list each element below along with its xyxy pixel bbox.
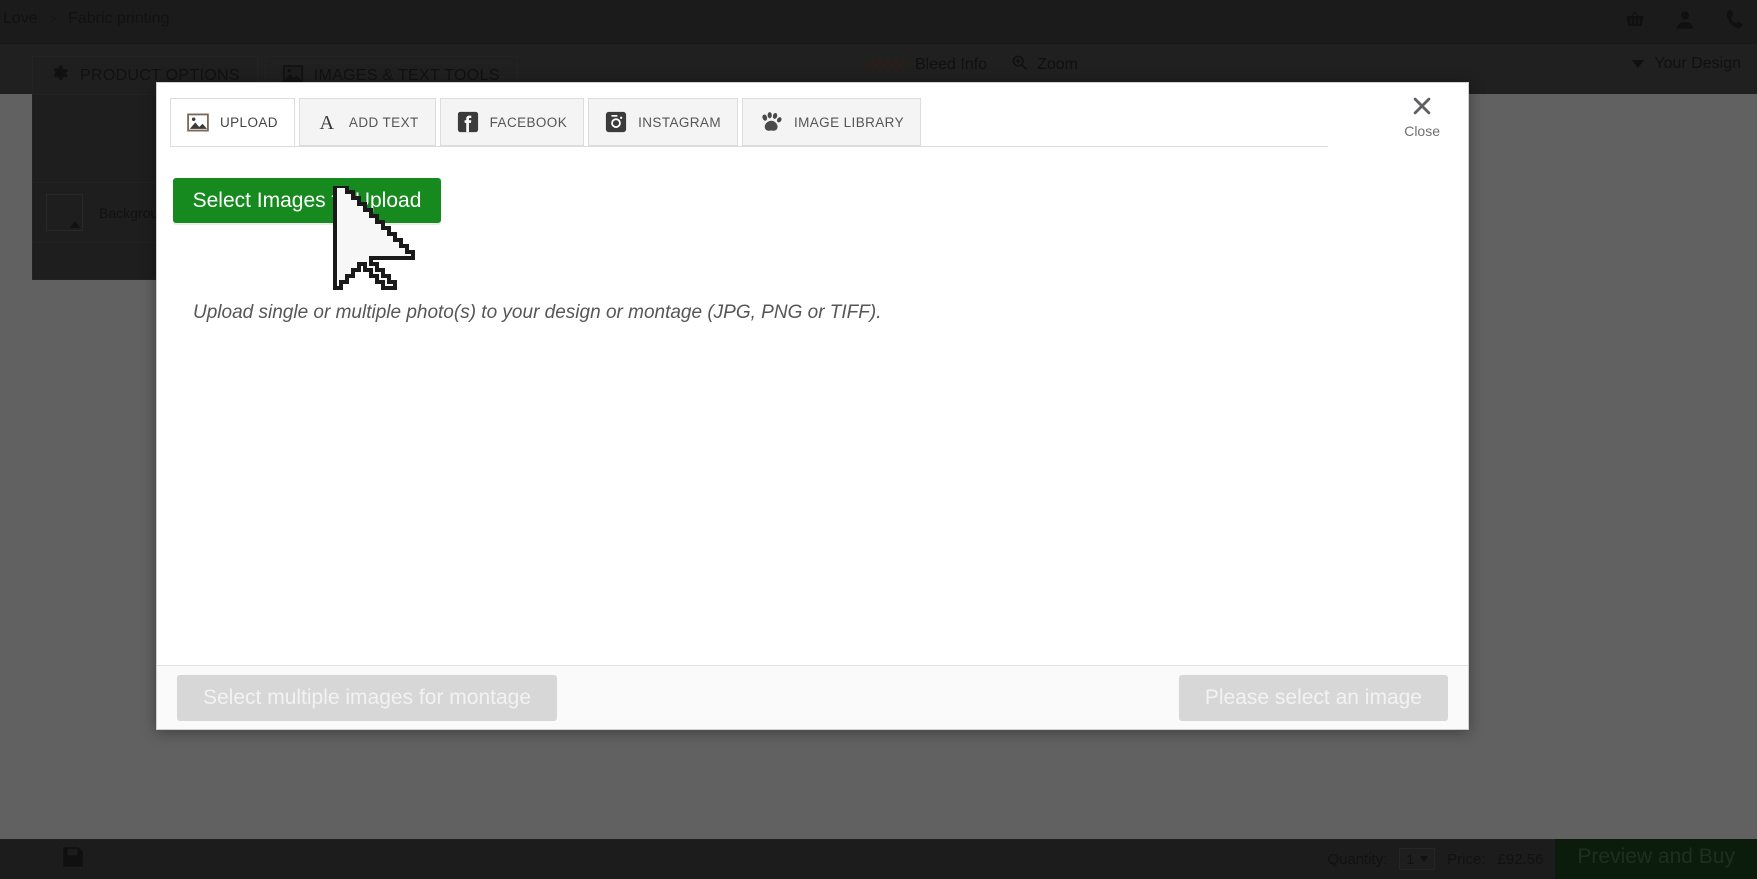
toolbar-center-controls: Bleed Info Zoom (866, 54, 1078, 76)
zoom-control[interactable]: Zoom (1011, 54, 1078, 76)
instagram-icon (605, 111, 627, 133)
svg-text:A: A (319, 112, 334, 133)
price-label: Price: (1447, 850, 1486, 868)
tab-add-text-label: ADD TEXT (348, 114, 419, 130)
quantity-stepper[interactable]: 1 (1399, 848, 1436, 870)
editor-footer-bar: Quantity: 1 Price: £92.56 Preview and Bu… (0, 839, 1757, 879)
modal-header: UPLOAD A ADD TEXT FACEBOOK INSTAGRAM IMA… (157, 83, 1468, 147)
zoom-label: Zoom (1037, 56, 1078, 73)
your-design-dropdown[interactable]: Your Design (1632, 55, 1741, 73)
zoom-magnifier-icon (1011, 54, 1028, 76)
bleed-info-label: Bleed Info (915, 56, 988, 73)
app-root: f Love > Fabric printing (0, 0, 1757, 879)
modal-tabstrip: UPLOAD A ADD TEXT FACEBOOK INSTAGRAM IMA… (170, 97, 1468, 146)
select-images-to-upload-button[interactable]: Select Images to Upload (173, 178, 441, 223)
quantity-value: 1 (1406, 851, 1415, 867)
close-label: Close (1404, 123, 1440, 139)
order-controls: Quantity: 1 Price: £92.56 Preview and Bu… (1327, 839, 1757, 879)
breadcrumb: f Love > Fabric printing (0, 10, 169, 28)
tab-add-text[interactable]: A ADD TEXT (298, 98, 436, 146)
tab-upload[interactable]: UPLOAD (170, 98, 295, 146)
bleed-pattern-icon (866, 59, 906, 71)
preview-and-buy-button[interactable]: Preview and Buy (1555, 839, 1757, 879)
facebook-icon (457, 111, 479, 133)
breadcrumb-current[interactable]: Fabric printing (68, 10, 169, 27)
modal-footer: Select multiple images for montage Pleas… (157, 665, 1468, 729)
basket-icon[interactable] (1623, 8, 1647, 32)
background-color-swatch[interactable] (46, 194, 83, 231)
tab-image-library[interactable]: IMAGE LIBRARY (741, 98, 921, 146)
upload-description: Upload single or multiple photo(s) to yo… (193, 302, 882, 323)
close-x-icon (1411, 95, 1433, 122)
paw-print-icon (759, 111, 783, 133)
phone-icon[interactable] (1723, 8, 1747, 32)
upload-panel: Select Images to Upload Upload single or… (157, 147, 1468, 665)
tab-upload-label: UPLOAD (220, 114, 278, 130)
breadcrumb-parent[interactable]: f Love (0, 10, 38, 27)
gear-icon (50, 64, 69, 88)
tab-facebook-label: FACEBOOK (489, 114, 568, 130)
quantity-label: Quantity: (1327, 850, 1388, 868)
price-value: £92.56 (1497, 850, 1544, 868)
chevron-down-icon (1420, 856, 1429, 862)
tab-facebook[interactable]: FACEBOOK (439, 98, 585, 146)
breadcrumb-separator: > (49, 11, 57, 26)
tab-image-library-label: IMAGE LIBRARY (793, 114, 904, 130)
tab-instagram[interactable]: INSTAGRAM (588, 98, 738, 146)
images-text-tools-modal: UPLOAD A ADD TEXT FACEBOOK INSTAGRAM IMA… (156, 82, 1469, 730)
site-header: f Love > Fabric printing (0, 0, 1757, 44)
save-icon[interactable] (60, 844, 86, 875)
bleed-info-control[interactable]: Bleed Info (866, 56, 987, 74)
image-upload-icon (187, 113, 209, 132)
your-design-label: Your Design (1654, 55, 1741, 72)
chevron-down-icon (1632, 60, 1645, 68)
user-icon[interactable] (1673, 8, 1697, 32)
letter-a-icon: A (316, 111, 338, 133)
please-select-an-image-button[interactable]: Please select an image (1178, 674, 1448, 721)
close-button[interactable]: Close (1404, 95, 1440, 139)
tab-instagram-label: INSTAGRAM (638, 114, 721, 130)
select-multiple-images-for-montage-button[interactable]: Select multiple images for montage (177, 674, 557, 721)
header-icon-group (1623, 8, 1747, 32)
